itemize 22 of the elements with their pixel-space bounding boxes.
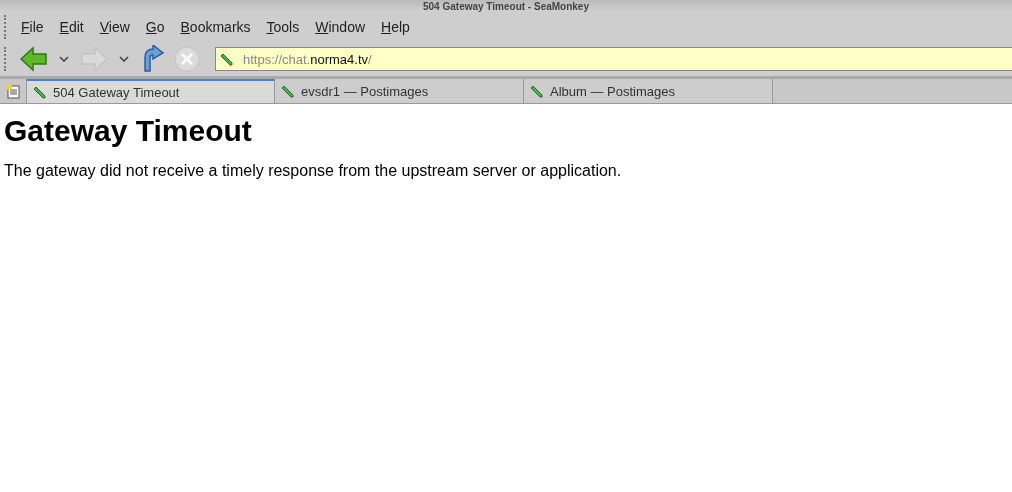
browser-tab[interactable]: 504 Gateway Timeout (26, 79, 275, 103)
tag-icon (281, 84, 294, 98)
page-icon (5, 83, 21, 99)
menu-item[interactable]: Window (309, 19, 376, 35)
browser-tab[interactable]: Album — Postimages (524, 79, 773, 103)
page-heading: Gateway Timeout (4, 114, 253, 148)
menu-item[interactable]: Edit (53, 19, 94, 35)
menu-item[interactable]: Bookmarks (174, 19, 261, 35)
error-message: The gateway did not receive a timely response from the upstream server or application. (4, 162, 623, 180)
menu-item[interactable]: Help (375, 19, 420, 35)
tag-icon (33, 85, 46, 99)
window-title: 504 Gateway Timeout - SeaMonkey (423, 1, 589, 12)
browser-tab[interactable]: evsdr1 — Postimages (275, 79, 524, 103)
menu-item[interactable]: Tools (260, 19, 310, 35)
menu-item[interactable]: File (15, 19, 54, 35)
tag-icon (220, 52, 233, 66)
menu-item[interactable]: Go (139, 19, 175, 35)
caret-icon (119, 56, 129, 62)
menu-item[interactable]: View (93, 19, 140, 35)
tag-icon (530, 84, 543, 98)
address-field[interactable]: https://chat.norma4.tv/ (215, 47, 1012, 71)
caret-icon (59, 56, 69, 62)
